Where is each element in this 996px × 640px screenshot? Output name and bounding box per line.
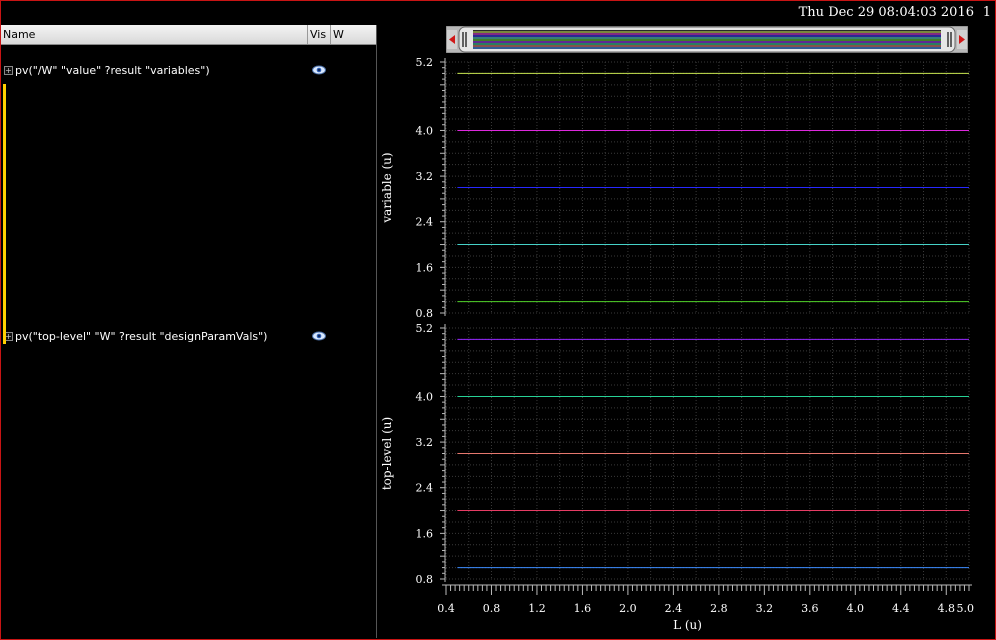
y-tick-label: 3.2	[416, 170, 434, 183]
x-tick-label: 1.2	[528, 602, 546, 615]
column-header-vis[interactable]: Vis	[308, 25, 331, 44]
x-tick-label: 5.0	[957, 602, 975, 615]
y-tick-label: 1.6	[416, 261, 434, 274]
x-tick-label: 4.8	[938, 602, 956, 615]
eye-icon[interactable]	[312, 331, 326, 341]
selection-highlight-bar	[3, 84, 6, 344]
x-tick-label: 0.4	[437, 602, 455, 615]
chart-panel-1: 0.8 1.6 2.4 3.2 4.0 5.2 variable (u)	[380, 56, 970, 320]
scroll-left-arrow-icon[interactable]	[447, 30, 457, 49]
slider-thumb[interactable]	[458, 26, 956, 53]
x-tick-label: 2.8	[710, 602, 728, 615]
x-tick-label: 3.6	[801, 602, 819, 615]
scroll-right-arrow-icon[interactable]	[957, 30, 967, 49]
y-tick-label: 0.8	[416, 307, 434, 320]
x-tick-label: 4.0	[847, 602, 865, 615]
timestamp: Thu Dec 29 08:04:03 2016	[798, 5, 974, 20]
expand-icon[interactable]: +	[4, 66, 13, 75]
y-tick-label: 3.2	[416, 436, 434, 449]
x-tick-label: 0.8	[483, 602, 501, 615]
y-tick-label: 4.0	[416, 124, 434, 137]
x-axis-label: L (u)	[673, 618, 702, 632]
page-number: 1	[982, 5, 991, 20]
trace-label[interactable]: pv("top-level" "W" ?result "designParamV…	[15, 330, 267, 343]
eye-icon[interactable]	[312, 65, 326, 75]
y-tick-label: 5.2	[416, 56, 434, 69]
y-axis-label: top-level (u)	[380, 417, 394, 490]
chart-panel-2: 0.8 1.6 2.4 3.2 4.0 5.2 top-level (u)	[380, 322, 970, 586]
x-tick-label: 1.6	[574, 602, 592, 615]
trace-row[interactable]: + pv("top-level" "W" ?result "designPara…	[1, 328, 376, 346]
browser-header: Name Vis W	[1, 25, 376, 45]
x-axis: 0.4 0.8 1.2 1.6 2.0 2.4 2.8 3.2 3.6 4.0 4.4 4.8 5.0 L…	[437, 584, 975, 632]
trace-row[interactable]: + pv("/W" "value" ?result "variables")	[1, 62, 376, 80]
y-tick-label: 4.0	[416, 390, 434, 403]
trace-browser-panel: Name Vis W + pv("/W" "value" ?result "va…	[1, 25, 377, 638]
x-tick-label: 2.4	[665, 602, 683, 615]
trace-label[interactable]: pv("/W" "value" ?result "variables")	[15, 64, 210, 77]
x-tick-label: 4.4	[892, 602, 910, 615]
chart-area: 0.8 1.6 2.4 3.2 4.0 5.2 variable (u) 0.8 1.6 2.4 3…	[380, 56, 975, 632]
y-tick-label: 2.4	[416, 482, 434, 495]
y-tick-label: 0.8	[416, 573, 434, 586]
x-range-slider[interactable]	[446, 26, 968, 53]
x-tick-label: 3.2	[756, 602, 774, 615]
column-header-name[interactable]: Name	[1, 25, 308, 44]
y-axis-label: variable (u)	[380, 152, 394, 223]
y-tick-label: 2.4	[416, 216, 434, 229]
column-header-w[interactable]: W	[331, 25, 376, 44]
y-tick-label: 5.2	[416, 322, 434, 335]
y-tick-label: 1.6	[416, 527, 434, 540]
x-tick-label: 2.0	[619, 602, 637, 615]
